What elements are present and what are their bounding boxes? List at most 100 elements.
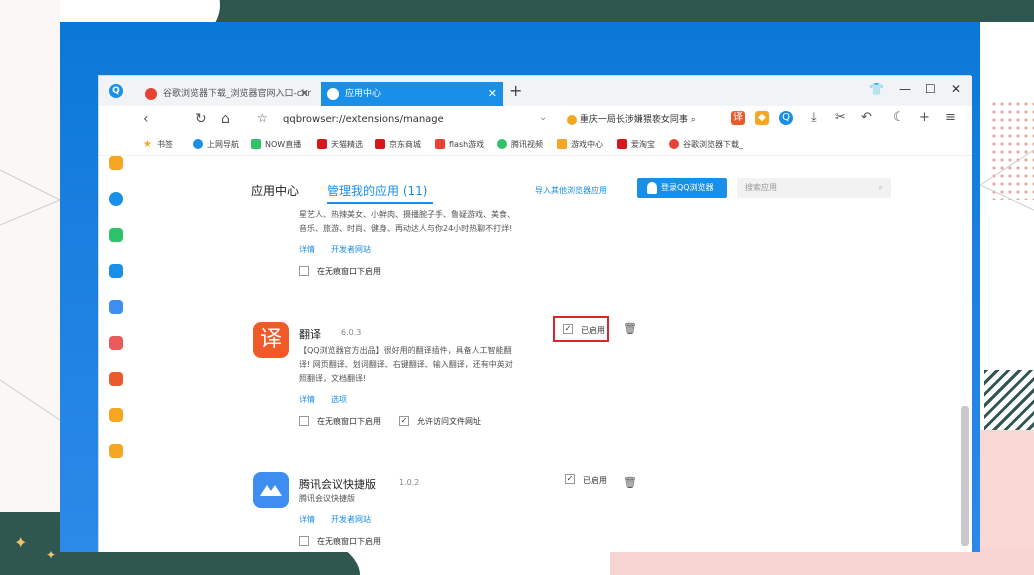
skin-icon[interactable]: 👕 (869, 82, 884, 96)
extension-name: 腾讯会议快捷版 (299, 478, 376, 491)
close-icon[interactable]: ✕ (300, 82, 309, 106)
desktop: Q 谷歌浏览器下载_浏览器官网入口-chr ✕ 应用中心 ✕ + 👕 — ☐ ✕… (60, 22, 980, 552)
game-toolbar-icon[interactable]: ◆ (755, 111, 769, 125)
browser-window: Q 谷歌浏览器下载_浏览器官网入口-chr ✕ 应用中心 ✕ + 👕 — ☐ ✕… (98, 75, 972, 552)
details-link[interactable]: 详情 (299, 394, 315, 405)
incognito-checkbox[interactable] (299, 416, 309, 426)
taobao-icon (617, 139, 627, 149)
tab-app-center[interactable]: 应用中心 ✕ (321, 82, 503, 106)
star-icon: ★ (143, 139, 152, 150)
minimize-button[interactable]: — (899, 82, 911, 96)
close-window-button[interactable]: ✕ (951, 82, 961, 96)
sidebar-wechat-icon[interactable] (109, 228, 123, 242)
enabled-label: 已启用 (581, 326, 605, 335)
import-apps-link[interactable]: 导入其他浏览器应用 (535, 185, 607, 196)
star-icon: ✦ (46, 548, 57, 562)
extension-version: 6.0.3 (341, 328, 362, 337)
qq-browser-logo-icon: Q (109, 84, 123, 98)
incognito-checkbox[interactable] (299, 536, 309, 546)
translate-toolbar-icon[interactable]: 译 (731, 111, 745, 125)
bookmark-item[interactable]: 谷歌浏览器下载_ (669, 139, 743, 150)
bookmark-item[interactable]: 腾讯视频 (497, 139, 543, 150)
extension-description: 腾讯会议快捷版 (299, 494, 355, 503)
background-left (0, 0, 60, 575)
background-right-pink (980, 430, 1034, 550)
search-icon[interactable]: ⌕ (691, 115, 696, 125)
search-input[interactable]: 重庆一局长涉嫌猥亵女同事 ⌕ (567, 112, 696, 125)
sidebar-pdf-icon[interactable] (109, 372, 123, 386)
developer-site-link[interactable]: 开发者网站 (331, 244, 371, 255)
star-bookmark-icon[interactable]: ☆ (257, 111, 268, 125)
bookmark-item[interactable]: 上网导航 (193, 139, 239, 150)
app-center-icon (327, 88, 339, 100)
file-access-checkbox[interactable]: ✓ (399, 416, 409, 426)
tab-chrome-download[interactable]: 谷歌浏览器下载_浏览器官网入口-chr ✕ (139, 82, 315, 106)
search-icon[interactable]: ⌕ (879, 178, 883, 198)
bookmark-item[interactable]: 爱淘宝 (617, 139, 655, 150)
star-icon: ✦ (14, 533, 28, 552)
bookmark-item[interactable]: 京东商城 (375, 139, 421, 150)
home-icon[interactable]: ⌂ (221, 111, 230, 127)
close-icon[interactable]: ✕ (488, 82, 497, 106)
sidebar-favorites-icon[interactable] (109, 156, 123, 170)
bookmark-item[interactable]: ★ 书签 (143, 139, 173, 150)
sidebar-weibo-icon[interactable] (109, 336, 123, 350)
moon-icon[interactable]: ☾ (893, 110, 905, 125)
new-tab-button[interactable]: + (509, 81, 522, 100)
sidebar-folder-icon[interactable] (109, 444, 123, 458)
qq-toolbar-icon[interactable]: Q (779, 111, 793, 125)
enable-checkbox[interactable]: ✓ (563, 324, 573, 334)
developer-site-link[interactable]: 开发者网站 (331, 514, 371, 525)
bookmark-item[interactable]: 天猫精选 (317, 139, 363, 150)
page-title[interactable]: 应用中心 (251, 182, 299, 199)
file-access-label: 允许访问文件网址 (417, 417, 481, 426)
login-button[interactable]: 登录QQ浏览器 (637, 178, 727, 198)
cut-icon[interactable]: ✂ (835, 110, 846, 125)
enabled-label: 已启用 (583, 476, 607, 485)
add-icon[interactable]: + (919, 110, 930, 125)
tab-underline (327, 202, 433, 204)
search-engine-icon (567, 114, 577, 125)
tab-label: 谷歌浏览器下载_浏览器官网入口-chr (163, 89, 312, 99)
undo-icon[interactable]: ↶ (861, 110, 872, 125)
tmall-icon (317, 139, 327, 149)
url-input[interactable]: qqbrowser://extensions/manage (283, 114, 444, 125)
back-icon[interactable]: ‹ (143, 111, 149, 127)
options-link[interactable]: 选项 (331, 394, 347, 405)
details-link[interactable]: 详情 (299, 514, 315, 525)
details-link[interactable]: 详情 (299, 244, 315, 255)
trash-icon[interactable]: 🗑 (623, 322, 637, 335)
bookmark-item[interactable]: flash游戏 (435, 139, 484, 150)
chevron-down-icon[interactable]: ⌄ (539, 112, 547, 123)
bookmark-item[interactable]: NOW直播 (251, 139, 301, 150)
background-dots (990, 100, 1034, 200)
scrollbar[interactable] (961, 406, 969, 546)
trash-icon[interactable]: 🗑 (623, 476, 637, 489)
tab-manage-apps[interactable]: 管理我的应用 (11) (327, 182, 427, 199)
chrome-icon (145, 88, 157, 100)
menu-icon[interactable]: ≡ (945, 110, 956, 125)
now-icon (251, 139, 261, 149)
sidebar-clock-icon[interactable] (109, 192, 123, 206)
bookmarks-bar: ★ 书签 上网导航 NOW直播 天猫精选 京东商城 flash游戏 腾讯视频 游戏… (99, 134, 972, 156)
translate-extension-icon: 译 (253, 322, 289, 358)
extension-name: 翻译 (299, 328, 321, 341)
sidebar-meeting-icon[interactable] (109, 300, 123, 314)
download-icon[interactable]: ⤓ (811, 110, 817, 125)
background-top-band (150, 0, 1034, 22)
incognito-checkbox[interactable] (299, 266, 309, 276)
user-icon (647, 182, 657, 194)
maximize-button[interactable]: ☐ (925, 82, 936, 96)
extension-description: 照翻译，文档翻译! (299, 374, 367, 383)
app-search-input[interactable]: 搜索应用 ⌕ (737, 178, 891, 198)
enable-checkbox[interactable]: ✓ (565, 474, 575, 484)
sidebar-note-icon[interactable] (109, 408, 123, 422)
background-bottom-pink (610, 548, 1034, 575)
refresh-icon[interactable]: ↻ (195, 111, 207, 127)
extension-description: 星艺人、热辣美女、小鲜肉、摄播腕子手、鲁疑游戏、美食、 (299, 210, 515, 219)
address-bar: ‹ ↻ ⌂ ☆ qqbrowser://extensions/manage ⌄ … (99, 106, 972, 134)
incognito-label: 在无痕窗口下启用 (317, 537, 381, 546)
chrome-icon (669, 139, 679, 149)
sidebar-plane-icon[interactable] (109, 264, 123, 278)
bookmark-item[interactable]: 游戏中心 (557, 139, 603, 150)
